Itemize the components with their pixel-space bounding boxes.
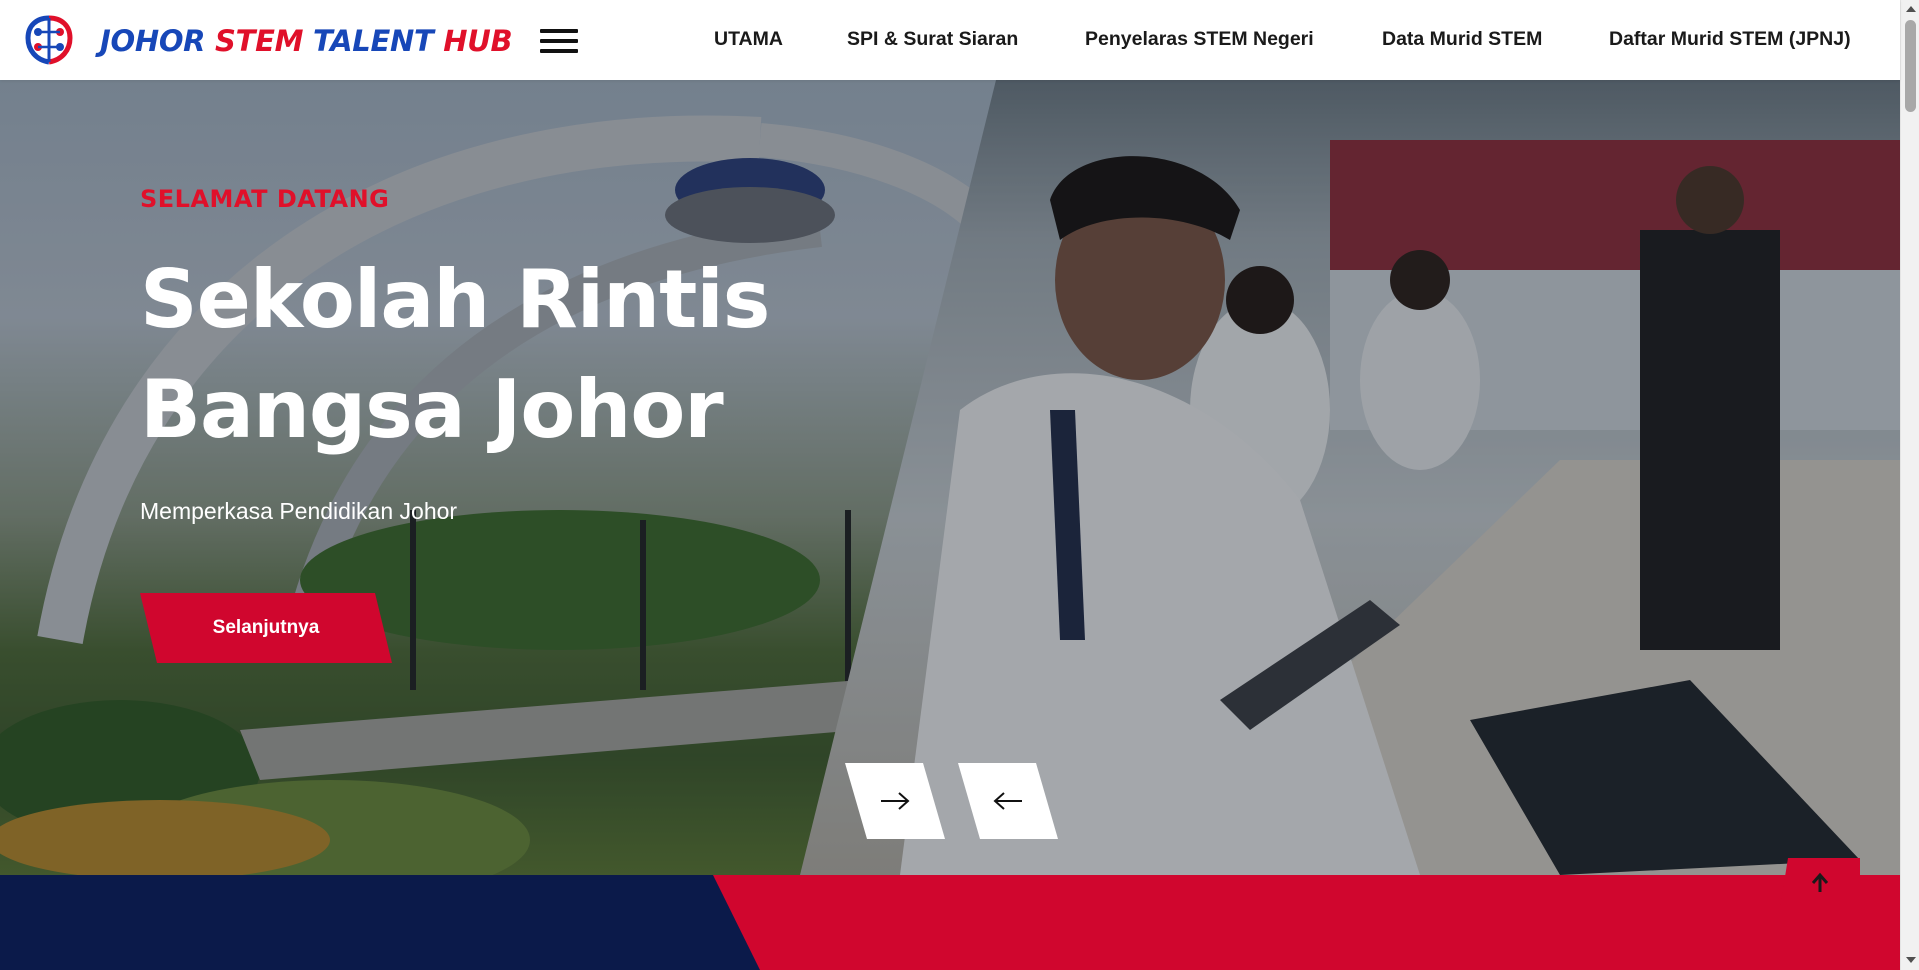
logo-word-talent: TALENT: [312, 24, 444, 58]
arrow-up-icon: [1811, 872, 1829, 892]
hero-headline: Sekolah Rintis Bangsa Johor: [140, 253, 770, 456]
selanjutnya-button[interactable]: Selanjutnya: [140, 593, 392, 663]
back-to-top-button[interactable]: [1780, 858, 1860, 908]
arrow-right-icon: [881, 792, 910, 810]
nav-item-penyelaras-stem-negeri[interactable]: Penyelaras STEM Negeri: [1085, 28, 1314, 51]
scroll-down-icon[interactable]: [1906, 957, 1916, 963]
hero-subtitle: Memperkasa Pendidikan Johor: [140, 498, 458, 524]
scroll-thumb[interactable]: [1905, 20, 1916, 112]
nav-item-daftar-murid-stem-jpnj[interactable]: Daftar Murid STEM (JPNJ): [1609, 28, 1851, 51]
hero-slider: SELAMAT DATANG Sekolah Rintis Bangsa Joh…: [0, 80, 1900, 875]
nav-item-data-murid-stem[interactable]: Data Murid STEM: [1382, 28, 1542, 51]
scroll-up-icon[interactable]: [1906, 6, 1916, 12]
logo-word-stem: STEM: [215, 24, 313, 58]
hamburger-menu-icon[interactable]: [540, 29, 578, 53]
site-logo-text[interactable]: JOHOR STEM TALENT HUB: [100, 24, 513, 58]
logo-word-johor: JOHOR: [100, 24, 215, 58]
logo-word-hub: HUB: [443, 24, 513, 58]
hero-eyebrow: SELAMAT DATANG: [140, 185, 390, 213]
arrow-left-icon: [993, 792, 1022, 810]
brain-circuit-logo[interactable]: [22, 14, 76, 66]
site-header: JOHOR STEM TALENT HUB UTAMA SPI & Surat …: [0, 0, 1900, 80]
nav-item-utama[interactable]: UTAMA: [714, 28, 783, 51]
page-scrollbar[interactable]: [1900, 0, 1919, 970]
nav-item-spi-surat-siaran[interactable]: SPI & Surat Siaran: [847, 28, 1018, 51]
